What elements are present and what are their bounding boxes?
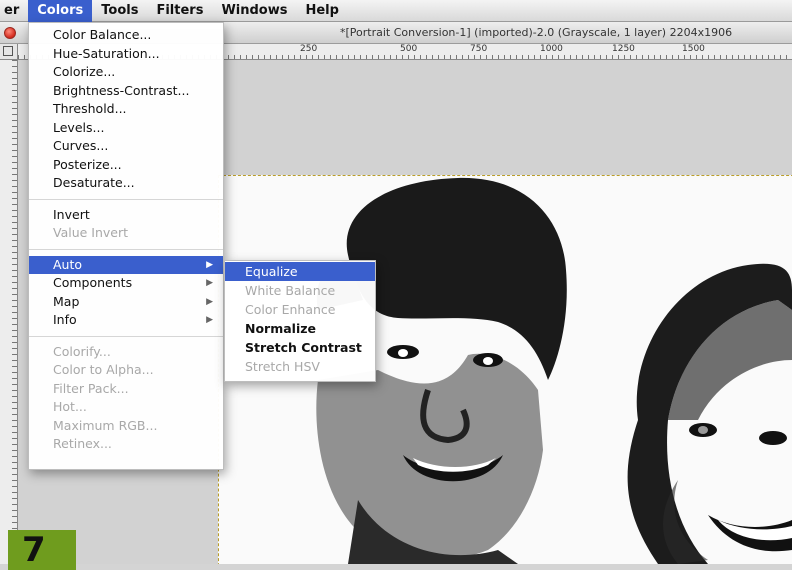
colors-menu: Color Balance... Hue-Saturation... Color… (28, 22, 224, 470)
menu-item-color-to-alpha: Color to Alpha... (53, 362, 154, 377)
menu-tools[interactable]: Tools (92, 0, 147, 22)
step-number-badge: 7 (8, 530, 76, 570)
auto-submenu: Equalize White Balance Color Enhance Nor… (224, 260, 376, 382)
ruler-label: 1250 (612, 44, 635, 54)
submenu-arrow-icon: ▶ (206, 315, 213, 325)
menu-item-map[interactable]: Map ▶ (29, 293, 223, 312)
menu-item-desaturate[interactable]: Desaturate... (29, 174, 223, 193)
menu-item-filter-pack: Filter Pack... (53, 380, 129, 396)
ruler-label: 250 (300, 44, 318, 54)
menu-item-hot: Hot... (53, 399, 87, 414)
submenu-item-stretch-contrast[interactable]: Stretch Contrast (225, 338, 375, 357)
menu-item-info[interactable]: Info ▶ (29, 311, 223, 330)
ruler-label: 1500 (682, 44, 705, 54)
document-title: *[Portrait Conversion-1] (imported)-2.0 … (340, 26, 733, 39)
menu-layer[interactable]: er (0, 0, 28, 22)
menu-item-label: Info (53, 312, 77, 327)
menu-separator (29, 248, 223, 250)
submenu-arrow-icon: ▶ (206, 296, 213, 307)
ruler-corner[interactable] (0, 44, 18, 60)
close-window-icon[interactable] (4, 27, 16, 39)
menu-separator (29, 335, 223, 337)
submenu-item-color-enhance: Color Enhance (245, 302, 336, 317)
menu-item-colorize[interactable]: Colorize... (29, 63, 223, 82)
menu-item-brightness-contrast[interactable]: Brightness-Contrast... (29, 82, 223, 101)
menu-item-hue-saturation[interactable]: Hue-Saturation... (29, 45, 223, 64)
vertical-ruler[interactable] (0, 60, 18, 564)
menu-colors[interactable]: Colors (28, 0, 93, 22)
menu-item-threshold[interactable]: Threshold... (29, 100, 223, 119)
menu-separator (29, 198, 223, 200)
menu-item-label: Auto (53, 256, 83, 272)
submenu-item-equalize[interactable]: Equalize (225, 262, 375, 281)
menu-item-maximum-rgb: Maximum RGB... (53, 417, 158, 433)
menu-item-value-invert: Value Invert (53, 225, 129, 240)
menu-item-levels[interactable]: Levels... (29, 119, 223, 138)
menu-item-retinex: Retinex... (53, 436, 112, 451)
menu-item-label: Components (53, 275, 133, 290)
menu-item-colorify: Colorify... (53, 343, 111, 359)
menu-windows[interactable]: Windows (212, 0, 296, 22)
menu-item-auto[interactable]: Auto ▶ (29, 255, 223, 274)
menu-item-curves[interactable]: Curves... (29, 137, 223, 156)
menu-bar: er Colors Tools Filters Windows Help (0, 0, 792, 22)
ruler-label: 500 (400, 44, 418, 54)
quick-mask-icon[interactable] (3, 46, 13, 56)
submenu-item-white-balance: White Balance (245, 283, 336, 298)
submenu-item-stretch-hsv: Stretch HSV (245, 359, 320, 374)
menu-item-invert[interactable]: Invert (29, 206, 223, 225)
menu-filters[interactable]: Filters (147, 0, 212, 22)
menu-item-label: Map (53, 293, 80, 309)
ruler-label: 750 (470, 44, 488, 54)
ruler-label: 1000 (540, 44, 563, 54)
menu-item-color-balance[interactable]: Color Balance... (29, 26, 223, 45)
submenu-arrow-icon: ▶ (206, 278, 213, 288)
submenu-item-normalize[interactable]: Normalize (225, 319, 375, 338)
menu-item-posterize[interactable]: Posterize... (29, 156, 223, 175)
menu-help[interactable]: Help (296, 0, 347, 22)
menu-item-components[interactable]: Components ▶ (29, 274, 223, 293)
submenu-arrow-icon: ▶ (206, 259, 213, 270)
